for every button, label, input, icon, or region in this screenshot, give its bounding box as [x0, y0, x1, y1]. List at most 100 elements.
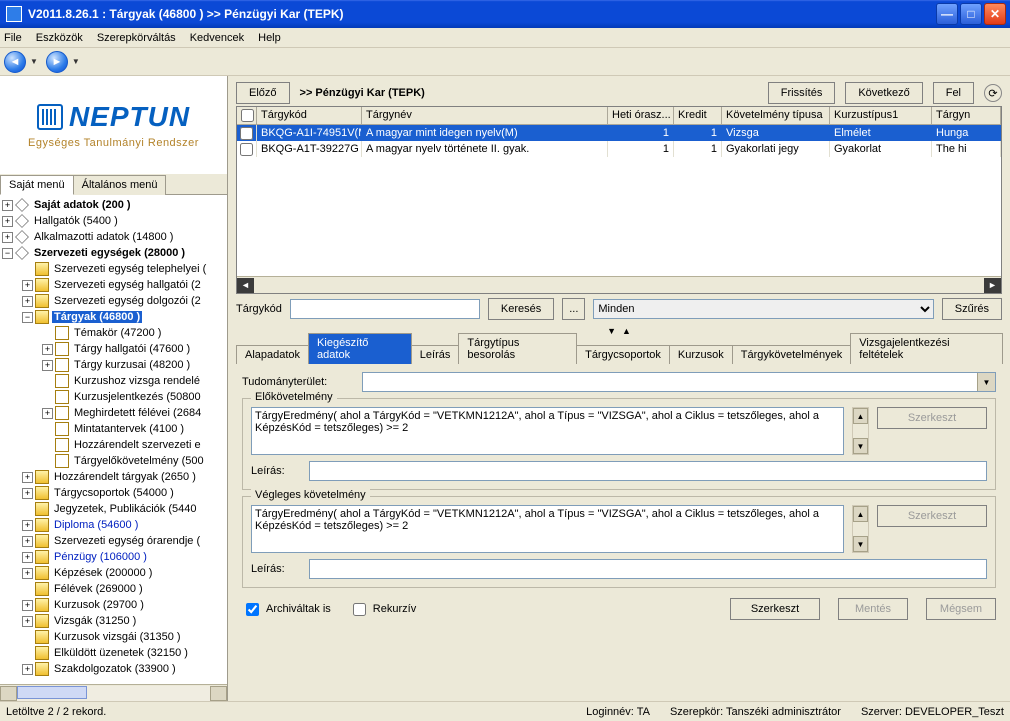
- grid-col-ctype[interactable]: Kurzustípus1: [830, 107, 932, 124]
- tree-item[interactable]: Elküldött üzenetek (32150 ): [52, 647, 190, 659]
- tree-item[interactable]: Félévek (269000 ): [52, 583, 145, 595]
- tab-vizsgafelt[interactable]: Vizsgajelentkezési feltételek: [850, 333, 1003, 364]
- grid-col-reqtype[interactable]: Követelmény típusa: [722, 107, 830, 124]
- tree-item[interactable]: Alkalmazotti adatok (14800 ): [32, 231, 175, 243]
- prereq-scroll[interactable]: ▲▼: [852, 407, 869, 455]
- tree-item[interactable]: Tárgy kurzusai (48200 ): [72, 359, 192, 371]
- row-check[interactable]: [240, 127, 253, 140]
- tree-item[interactable]: Pénzügy (106000 ): [52, 551, 149, 563]
- prereq-edit-button[interactable]: Szerkeszt: [877, 407, 987, 429]
- nav-forward-button[interactable]: ►: [46, 51, 68, 73]
- grid-col-code[interactable]: Tárgykód: [257, 107, 362, 124]
- tree-expand-icon[interactable]: +: [2, 200, 13, 211]
- search-button[interactable]: Keresés: [488, 298, 554, 320]
- scroll-thumb[interactable]: [17, 686, 87, 699]
- tree-item[interactable]: Kurzusjelentkezés (50800: [72, 391, 203, 403]
- tree-item[interactable]: Kurzusok vizsgái (31350 ): [52, 631, 183, 643]
- tree-item[interactable]: Kurzusok (29700 ): [52, 599, 146, 611]
- grid-col-hours[interactable]: Heti órasz...: [608, 107, 674, 124]
- grid-row[interactable]: BKQG-A1T-39227G A magyar nyelv története…: [237, 141, 1001, 157]
- tree-item[interactable]: Szakdolgozatok (33900 ): [52, 663, 178, 675]
- tree-hscrollbar[interactable]: [0, 684, 227, 701]
- nav-forward-drop-icon[interactable]: ▼: [72, 57, 80, 66]
- scroll-right-icon[interactable]: ►: [984, 278, 1001, 293]
- window-close-button[interactable]: ✕: [984, 3, 1006, 25]
- prereq-text[interactable]: TárgyEredmény( ahol a TárgyKód = "VETKMN…: [251, 407, 844, 455]
- tree-item[interactable]: Meghirdetett félévei (2684: [72, 407, 203, 419]
- grid-col-credit[interactable]: Kredit: [674, 107, 722, 124]
- tree-item[interactable]: Tárgycsoportok (54000 ): [52, 487, 176, 499]
- scroll-up-icon[interactable]: ▲: [853, 408, 868, 424]
- tree-item[interactable]: Diploma (54600 ): [52, 519, 140, 531]
- tree-item-selected[interactable]: Tárgyak (46800 ): [52, 311, 142, 323]
- prev-button[interactable]: Előző: [236, 82, 290, 104]
- tree-item[interactable]: Hallgatók (5400 ): [32, 215, 120, 227]
- grid-select-all[interactable]: [241, 109, 254, 122]
- tree-item[interactable]: Mintatantervek (4100 ): [72, 423, 186, 435]
- grid-row[interactable]: BKQG-A1I-74951V(M) A magyar mint idegen …: [237, 125, 1001, 141]
- finalreq-desc-input[interactable]: [309, 559, 987, 579]
- filter-button[interactable]: Szűrés: [942, 298, 1002, 320]
- prereq-desc-input[interactable]: [309, 461, 987, 481]
- tree-item[interactable]: Vizsgák (31250 ): [52, 615, 138, 627]
- tab-targycsoportok[interactable]: Tárgycsoportok: [576, 345, 670, 364]
- tree-item[interactable]: Jegyzetek, Publikációk (5440: [52, 503, 198, 515]
- finalreq-scroll[interactable]: ▲▼: [852, 505, 869, 553]
- tree-item[interactable]: Szervezeti egység dolgozói (2: [52, 295, 203, 307]
- tree-item[interactable]: Témakör (47200 ): [72, 327, 163, 339]
- tree-item[interactable]: Tárgyelőkövetelmény (500: [72, 455, 206, 467]
- scroll-right-icon[interactable]: [210, 686, 227, 701]
- tab-kiegeszito[interactable]: Kiegészítő adatok: [308, 333, 412, 364]
- menu-tools[interactable]: Eszközök: [36, 32, 83, 44]
- tree-item[interactable]: Szervezeti egység telephelyei (: [52, 263, 208, 275]
- up-button[interactable]: Fel: [933, 82, 974, 104]
- finalreq-edit-button[interactable]: Szerkeszt: [877, 505, 987, 527]
- scroll-down-icon[interactable]: ▼: [853, 438, 868, 454]
- tree-item[interactable]: Szervezeti egységek (28000 ): [32, 247, 187, 259]
- data-grid[interactable]: Tárgykód Tárgynév Heti órasz... Kredit K…: [236, 106, 1002, 294]
- scroll-left-icon[interactable]: [0, 686, 17, 701]
- window-minimize-button[interactable]: —: [936, 3, 958, 25]
- scroll-up-icon[interactable]: ▲: [853, 506, 868, 522]
- sidebar-tab-general[interactable]: Általános menü: [73, 175, 167, 195]
- tree-item[interactable]: Hozzárendelt tárgyak (2650 ): [52, 471, 198, 483]
- menu-file[interactable]: File: [4, 32, 22, 44]
- grid-col-name[interactable]: Tárgynév: [362, 107, 608, 124]
- tree-item[interactable]: Szervezeti egység órarendje (: [52, 535, 202, 547]
- tree-item[interactable]: Kurzushoz vizsga rendelé: [72, 375, 202, 387]
- search-browse-button[interactable]: ...: [562, 298, 585, 320]
- archived-checkbox[interactable]: [246, 603, 259, 616]
- window-maximize-button[interactable]: □: [960, 3, 982, 25]
- recursive-checkbox[interactable]: [353, 603, 366, 616]
- menu-favorites[interactable]: Kedvencek: [190, 32, 244, 44]
- grid-hscrollbar[interactable]: ◄ ►: [237, 276, 1001, 293]
- next-button[interactable]: Következő: [845, 82, 922, 104]
- tab-targytipus[interactable]: Tárgytípus besorolás: [458, 333, 577, 364]
- tab-targykov[interactable]: Tárgykövetelmények: [732, 345, 852, 364]
- menu-help[interactable]: Help: [258, 32, 281, 44]
- science-area-combo[interactable]: ▼: [362, 372, 996, 392]
- menu-roleswitch[interactable]: Szerepkörváltás: [97, 32, 176, 44]
- cancel-button[interactable]: Mégsem: [926, 598, 996, 620]
- tab-alapadatok[interactable]: Alapadatok: [236, 345, 309, 364]
- sidebar-tab-own[interactable]: Saját menü: [0, 175, 74, 195]
- tree[interactable]: +Saját adatok (200 ) +Hallgatók (5400 ) …: [0, 195, 227, 684]
- scroll-left-icon[interactable]: ◄: [237, 278, 254, 293]
- tab-leiras[interactable]: Leírás: [411, 345, 460, 364]
- tab-kurzusok[interactable]: Kurzusok: [669, 345, 733, 364]
- tree-item[interactable]: Tárgy hallgatói (47600 ): [72, 343, 192, 355]
- refresh-button[interactable]: Frissítés: [768, 82, 836, 104]
- finalreq-text[interactable]: TárgyEredmény( ahol a TárgyKód = "VETKMN…: [251, 505, 844, 553]
- nav-back-drop-icon[interactable]: ▼: [30, 57, 38, 66]
- tree-item[interactable]: Hozzárendelt szervezeti e: [72, 439, 203, 451]
- row-check[interactable]: [240, 143, 253, 156]
- tree-item[interactable]: Saját adatok (200 ): [32, 199, 133, 211]
- chevron-down-icon[interactable]: ▼: [977, 373, 995, 391]
- save-button[interactable]: Mentés: [838, 598, 908, 620]
- main-edit-button[interactable]: Szerkeszt: [730, 598, 820, 620]
- tree-item[interactable]: Szervezeti egység hallgatói (2: [52, 279, 203, 291]
- pin-icon[interactable]: ⟳: [984, 84, 1002, 102]
- grid-col-lang[interactable]: Tárgyn: [932, 107, 1001, 124]
- tree-item[interactable]: Képzések (200000 ): [52, 567, 154, 579]
- scroll-down-icon[interactable]: ▼: [853, 536, 868, 552]
